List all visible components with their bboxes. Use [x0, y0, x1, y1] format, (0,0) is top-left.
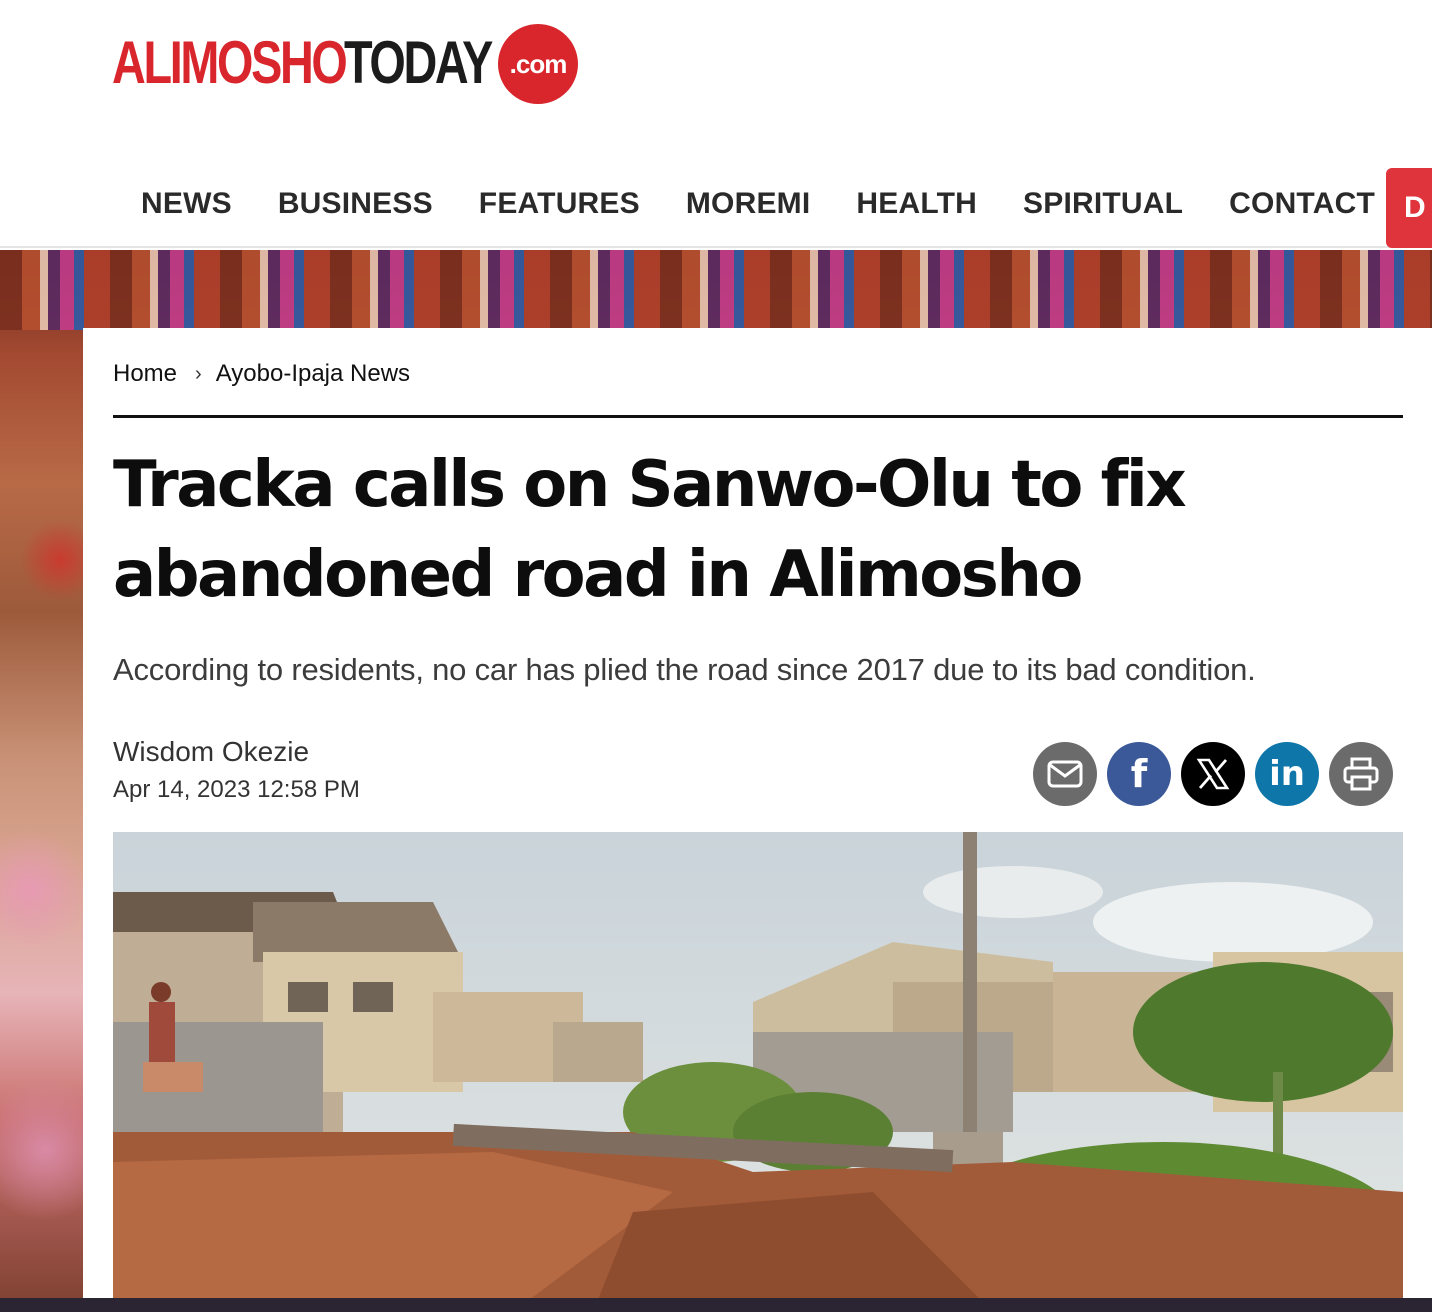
nav-item-features[interactable]: FEATURES [479, 187, 640, 221]
linkedin-icon: in [1269, 754, 1305, 794]
nav-item-moremi[interactable]: MOREMI [686, 187, 811, 221]
article-headline: Tracka calls on Sanwo-Olu to fix abandon… [113, 448, 1187, 612]
breadcrumb: Home › Ayobo-Ipaja News [113, 360, 410, 388]
article-summary: According to residents, no car has plied… [113, 652, 1256, 687]
site-header: ALIMOSHO TODAY .com NEWS BUSINESS FEATUR… [0, 0, 1432, 248]
publish-date: Apr 14, 2023 12:58 PM [113, 776, 360, 803]
nav-item-spiritual[interactable]: SPIRITUAL [1023, 187, 1183, 221]
logo-text-today: TODAY [344, 29, 493, 96]
share-facebook-button[interactable]: f [1107, 742, 1171, 806]
article-card: Home › Ayobo-Ipaja News Tracka calls on … [83, 328, 1432, 1312]
share-email-button[interactable] [1033, 742, 1097, 806]
road-scene-illustration [113, 832, 1403, 1312]
decorative-market-band [0, 250, 1432, 330]
nav-cta-button[interactable]: D [1386, 168, 1432, 248]
share-bar: f in [1033, 742, 1403, 806]
facebook-icon: f [1130, 752, 1148, 796]
author-name[interactable]: Wisdom Okezie [113, 736, 309, 768]
breadcrumb-divider [113, 415, 1403, 418]
main-nav: NEWS BUSINESS FEATURES MOREMI HEALTH SPI… [118, 168, 1398, 240]
nav-item-health[interactable]: HEALTH [856, 187, 977, 221]
printer-icon [1343, 757, 1379, 791]
site-logo[interactable]: ALIMOSHO TODAY .com [112, 22, 578, 108]
article-lead-image [113, 832, 1403, 1312]
breadcrumb-section[interactable]: Ayobo-Ipaja News [216, 360, 410, 388]
envelope-icon [1047, 760, 1083, 788]
print-button[interactable] [1329, 742, 1393, 806]
logo-text-alimosho: ALIMOSHO [112, 29, 348, 96]
logo-com-badge: .com [498, 24, 578, 104]
nav-item-business[interactable]: BUSINESS [278, 187, 433, 221]
breadcrumb-home[interactable]: Home [113, 360, 177, 388]
nav-item-contact[interactable]: CONTACT [1229, 187, 1375, 221]
share-x-button[interactable] [1181, 742, 1245, 806]
share-linkedin-button[interactable]: in [1255, 742, 1319, 806]
chevron-right-icon: › [195, 362, 202, 385]
nav-item-news[interactable]: NEWS [141, 187, 232, 221]
x-icon [1196, 757, 1230, 791]
browser-bottom-strip [0, 1298, 1432, 1312]
